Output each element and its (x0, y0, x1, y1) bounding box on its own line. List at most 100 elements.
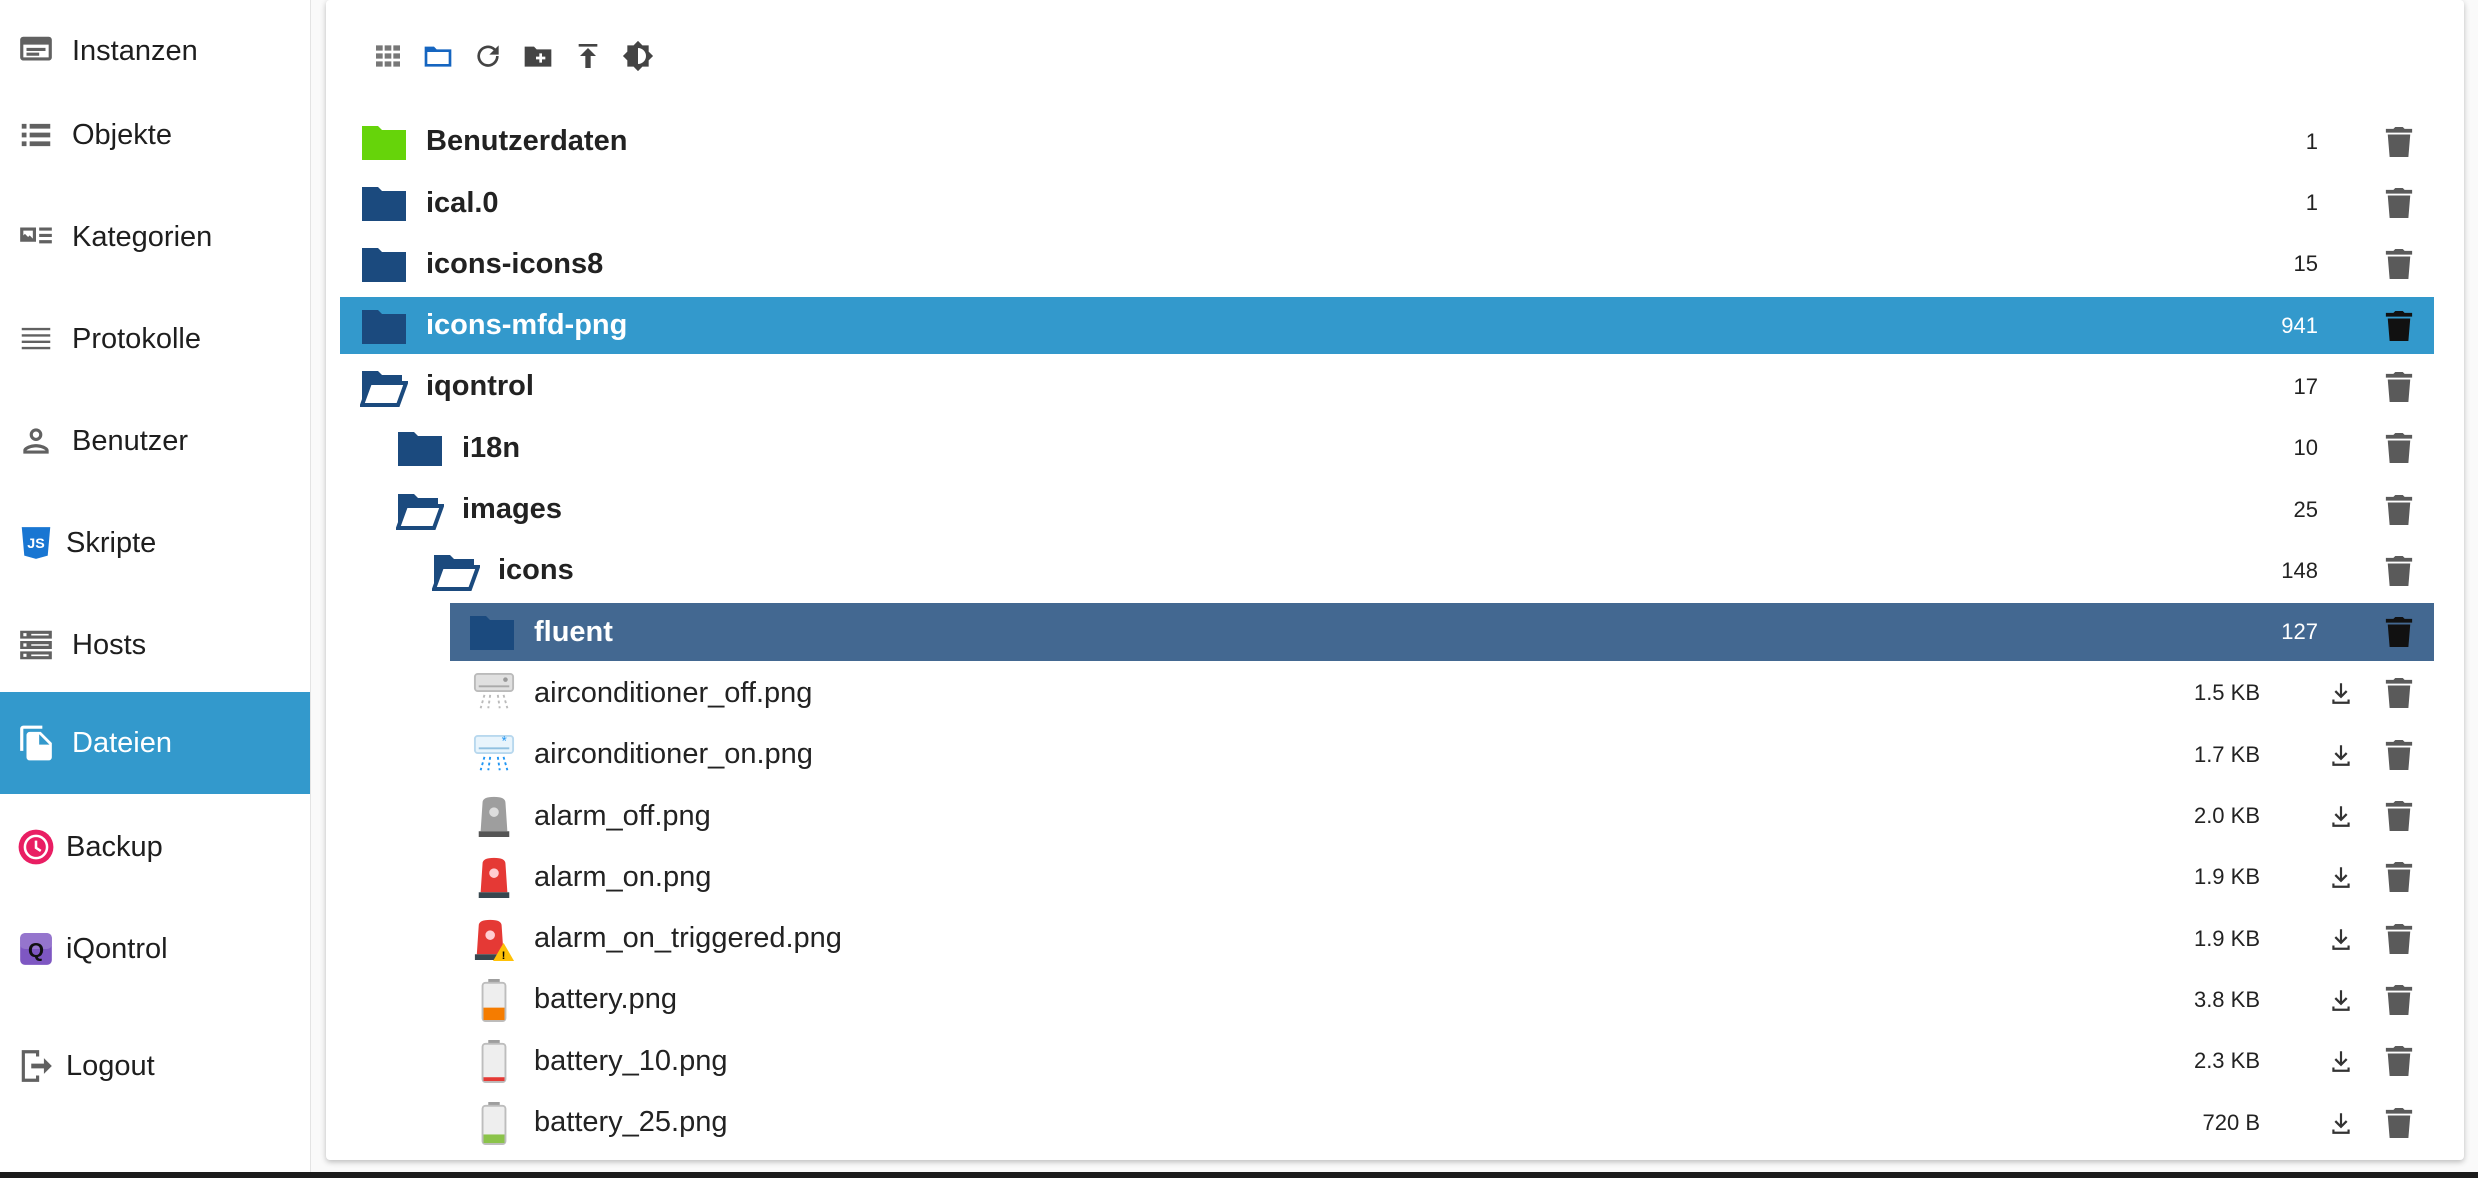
sidebar-item-dateien[interactable]: Dateien (0, 692, 310, 794)
folder-row[interactable]: iqontrol 17 (340, 358, 2434, 416)
download-icon[interactable] (2320, 856, 2362, 898)
iqontrol-icon: Q (14, 927, 58, 971)
file-list: Benutzerdaten 1 ical.0 1 icons-icons8 15… (340, 113, 2434, 1155)
delete-icon[interactable] (2378, 121, 2420, 163)
folder-view-icon[interactable] (416, 34, 460, 78)
folder-row[interactable]: i18n 10 (340, 419, 2434, 477)
instances-icon (14, 29, 58, 73)
delete-icon[interactable] (2378, 305, 2420, 347)
item-count: 25 (2293, 496, 2318, 522)
file-row[interactable]: * airconditioner_on.png 1.7 KB (340, 726, 2434, 784)
folder-row[interactable]: icons-icons8 15 (340, 236, 2434, 294)
logout-icon (14, 1044, 58, 1088)
file-size: 720 B (2202, 1109, 2261, 1135)
file-name: battery_10.png (534, 1044, 728, 1077)
log-icon (14, 317, 58, 361)
download-icon[interactable] (2320, 672, 2362, 714)
folder-name: icons-icons8 (426, 247, 604, 280)
folder-row-selected[interactable]: fluent 127 (450, 603, 2434, 661)
item-count: 148 (2281, 557, 2318, 583)
files-icon (14, 721, 58, 765)
brightness-icon[interactable] (616, 34, 660, 78)
folder-name: ical.0 (426, 186, 499, 219)
download-icon[interactable] (2320, 734, 2362, 776)
folder-name: Benutzerdaten (426, 125, 628, 158)
file-row[interactable]: airconditioner_off.png 1.5 KB (340, 665, 2434, 723)
item-count: 1 (2305, 128, 2318, 154)
sidebar-item-label: Hosts (72, 628, 147, 661)
folder-open-icon (360, 367, 408, 407)
file-name: airconditioner_off.png (534, 676, 813, 709)
file-row[interactable]: alarm_on.png 1.9 KB (340, 849, 2434, 907)
delete-icon[interactable] (2378, 672, 2420, 714)
delete-icon[interactable] (2378, 795, 2420, 837)
sidebar-item-label: Skripte (66, 526, 157, 559)
delete-icon[interactable] (2378, 182, 2420, 224)
file-name: airconditioner_on.png (534, 738, 813, 771)
sidebar-item-skripte[interactable]: JS Skripte (0, 492, 310, 594)
file-row[interactable]: battery.png 3.8 KB (340, 971, 2434, 1029)
folder-row[interactable]: ical.0 1 (340, 174, 2434, 232)
delete-icon[interactable] (2378, 856, 2420, 898)
svg-text:!: ! (502, 950, 506, 962)
add-folder-icon[interactable] (516, 34, 560, 78)
folder-row[interactable]: images 25 (340, 481, 2434, 539)
item-count: 127 (2281, 619, 2318, 645)
delete-icon[interactable] (2378, 427, 2420, 469)
delete-icon[interactable] (2378, 243, 2420, 285)
sidebar-item-label: iQontrol (66, 932, 168, 965)
folder-icon (360, 122, 408, 162)
download-icon[interactable] (2320, 795, 2362, 837)
alarm-on-icon (472, 854, 516, 900)
refresh-icon[interactable] (466, 34, 510, 78)
item-count: 15 (2293, 251, 2318, 277)
airconditioner-off-icon (472, 670, 516, 716)
delete-icon[interactable] (2378, 918, 2420, 960)
sidebar-item-protokolle[interactable]: Protokolle (0, 288, 310, 390)
sidebar-item-iqontrol[interactable]: Q iQontrol (0, 898, 310, 1000)
folder-name: i18n (462, 431, 521, 464)
file-size: 1.5 KB (2193, 680, 2260, 706)
delete-icon[interactable] (2378, 550, 2420, 592)
download-icon[interactable] (2320, 1040, 2362, 1082)
file-row[interactable]: alarm_off.png 2.0 KB (340, 787, 2434, 845)
download-icon[interactable] (2320, 918, 2362, 960)
bottom-border (0, 1172, 2478, 1178)
file-size: 2.3 KB (2193, 1048, 2260, 1074)
folder-row-selected[interactable]: icons-mfd-png 941 (340, 296, 2434, 355)
js-icon: JS (14, 521, 58, 565)
upload-icon[interactable] (566, 34, 610, 78)
alarm-triggered-icon: ! (472, 916, 516, 962)
download-icon[interactable] (2320, 979, 2362, 1021)
delete-icon[interactable] (2378, 979, 2420, 1021)
sidebar-item-kategorien[interactable]: Kategorien (0, 186, 310, 288)
file-row[interactable]: ! alarm_on_triggered.png 1.9 KB (340, 910, 2434, 968)
delete-icon[interactable] (2378, 611, 2420, 653)
file-row[interactable]: battery_25.png 720 B (340, 1094, 2434, 1152)
folder-icon (360, 183, 408, 223)
folder-open-icon (396, 490, 444, 530)
sidebar-item-benutzer[interactable]: Benutzer (0, 390, 310, 492)
folder-row[interactable]: Benutzerdaten 1 (340, 113, 2434, 171)
sidebar-item-label: Backup (66, 830, 163, 863)
file-name: alarm_on.png (534, 860, 712, 893)
download-icon[interactable] (2320, 1102, 2362, 1144)
file-size: 2.0 KB (2193, 803, 2260, 829)
folder-row[interactable]: icons 148 (340, 542, 2434, 600)
folder-icon (468, 612, 516, 652)
delete-icon[interactable] (2378, 1040, 2420, 1082)
grid-view-icon[interactable] (366, 34, 410, 78)
file-row[interactable]: battery_10.png 2.3 KB (340, 1032, 2434, 1090)
item-count: 1 (2305, 190, 2318, 216)
delete-icon[interactable] (2378, 1102, 2420, 1144)
delete-icon[interactable] (2378, 366, 2420, 408)
sidebar-item-hosts[interactable]: Hosts (0, 594, 310, 696)
sidebar-item-objekte[interactable]: Objekte (0, 84, 310, 186)
delete-icon[interactable] (2378, 489, 2420, 531)
sidebar-item-label: Dateien (72, 726, 172, 759)
sidebar-item-backup[interactable]: Backup (0, 796, 310, 898)
user-icon (14, 419, 58, 463)
sidebar-item-logout[interactable]: Logout (0, 1015, 310, 1117)
file-size: 1.7 KB (2193, 741, 2260, 767)
delete-icon[interactable] (2378, 734, 2420, 776)
